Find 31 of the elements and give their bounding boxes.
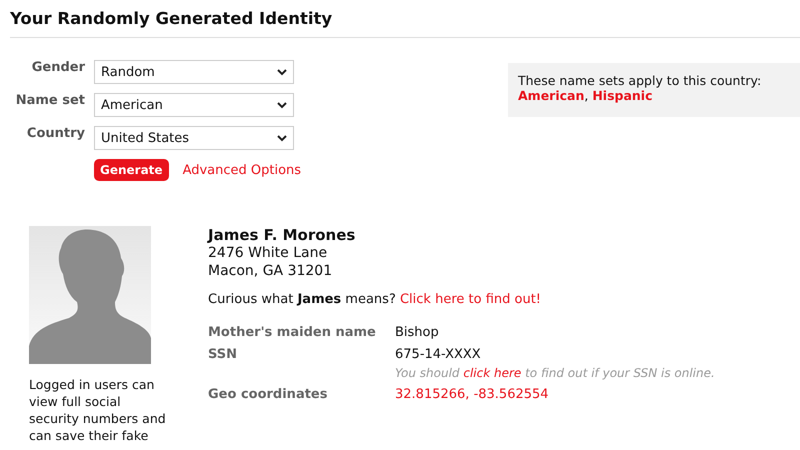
dropdown[interactable]: Random xyxy=(94,60,294,84)
detail-label: Geo coordinates xyxy=(208,387,328,402)
identity-name: James F. Morones xyxy=(208,226,356,244)
detail-label: SSN xyxy=(208,347,238,364)
address-line: Macon, GA 31201 xyxy=(208,262,334,280)
name-meaning-sentence: Curious what James means? Click here to find out! xyxy=(208,292,542,307)
detail-value: 675-14-XXXX xyxy=(395,347,482,362)
chevron-down-icon xyxy=(277,68,287,76)
name-set-link[interactable]: American xyxy=(518,88,584,103)
separator: , xyxy=(584,88,590,103)
dropdown[interactable]: United States xyxy=(94,126,294,150)
field-label: Name set xyxy=(14,93,85,108)
click-here-link[interactable]: click here xyxy=(463,366,522,380)
address-line: 2476 White Lane xyxy=(208,244,328,262)
coordinates-link[interactable]: 32.815266, -83.562554 xyxy=(395,387,715,402)
find-out-link[interactable]: Click here to find out! xyxy=(400,292,542,307)
field-label: Gender xyxy=(30,60,85,75)
login-note: Logged in users can view full social security numbers and can save their fake xyxy=(29,376,167,444)
detail-label: Mother's maiden name xyxy=(208,325,377,340)
dropdown[interactable]: American xyxy=(94,93,294,117)
info-text: These name sets apply to this country: xyxy=(518,73,762,88)
field-label: Country xyxy=(26,126,85,141)
page-title: Your Randomly Generated Identity xyxy=(10,0,800,38)
chevron-down-icon xyxy=(277,102,287,108)
avatar-icon xyxy=(29,226,151,364)
generate-button[interactable]: Generate xyxy=(94,159,169,181)
ssn-note: You should click here to find out if your SSN is online. xyxy=(395,366,715,380)
chevron-down-icon xyxy=(277,134,287,142)
name-set-link[interactable]: Hispanic xyxy=(592,88,652,103)
advanced-options-link[interactable]: Advanced Options xyxy=(182,162,302,178)
detail-value: Bishop xyxy=(395,325,440,340)
